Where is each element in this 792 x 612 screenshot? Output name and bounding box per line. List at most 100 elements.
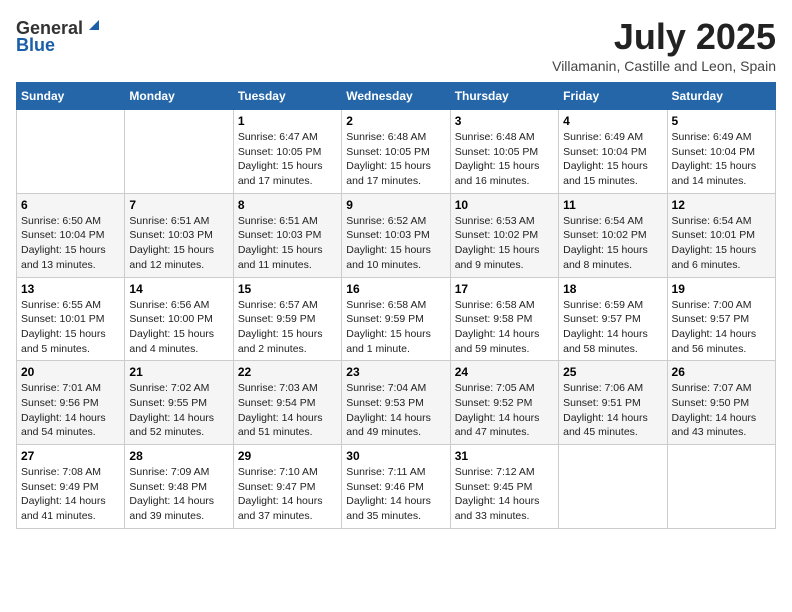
day-number: 9 <box>346 198 445 212</box>
day-number: 24 <box>455 365 554 379</box>
calendar-cell: 29 Sunrise: 7:10 AM Sunset: 9:47 PM Dayli… <box>233 445 341 529</box>
day-info: Sunrise: 7:01 AM Sunset: 9:56 PM Dayligh… <box>21 382 106 438</box>
day-info: Sunrise: 6:53 AM Sunset: 10:02 PM Daylig… <box>455 215 540 271</box>
calendar-cell: 8Sunrise: 6:51 AM Sunset: 10:03 PM Dayli… <box>233 193 341 277</box>
day-number: 11 <box>563 198 662 212</box>
calendar-cell: 28 Sunrise: 7:09 AM Sunset: 9:48 PM Dayli… <box>125 445 233 529</box>
calendar-day-header: Monday <box>125 83 233 110</box>
day-info: Sunrise: 6:54 AM Sunset: 10:01 PM Daylig… <box>672 215 757 271</box>
calendar-week-row: 6 Sunrise: 6:50 AM Sunset: 10:04 PM Dayli… <box>17 193 776 277</box>
day-number: 25 <box>563 365 662 379</box>
calendar-cell: 25 Sunrise: 7:06 AM Sunset: 9:51 PM Dayli… <box>559 361 667 445</box>
calendar-cell: 22 Sunrise: 7:03 AM Sunset: 9:54 PM Dayli… <box>233 361 341 445</box>
day-info: Sunrise: 7:02 AM Sunset: 9:55 PM Dayligh… <box>129 382 214 438</box>
day-number: 1 <box>238 114 337 128</box>
day-info: Sunrise: 6:50 AM Sunset: 10:04 PM Daylig… <box>21 215 106 271</box>
day-info: Sunrise: 6:52 AM Sunset: 10:03 PM Daylig… <box>346 215 431 271</box>
calendar-cell: 11 Sunrise: 6:54 AM Sunset: 10:02 PM Dayl… <box>559 193 667 277</box>
day-info: Sunrise: 6:49 AM Sunset: 10:04 PM Daylig… <box>672 131 757 187</box>
calendar-cell: 13Sunrise: 6:55 AM Sunset: 10:01 PM Dayl… <box>17 277 125 361</box>
day-info: Sunrise: 6:56 AM Sunset: 10:00 PM Daylig… <box>129 299 214 355</box>
calendar-cell: 6 Sunrise: 6:50 AM Sunset: 10:04 PM Dayli… <box>17 193 125 277</box>
page-header: General Blue July 2025 Villamanin, Casti… <box>16 16 776 74</box>
day-number: 3 <box>455 114 554 128</box>
location-subtitle: Villamanin, Castille and Leon, Spain <box>552 58 776 74</box>
day-info: Sunrise: 7:06 AM Sunset: 9:51 PM Dayligh… <box>563 382 648 438</box>
month-year-title: July 2025 <box>552 16 776 58</box>
title-area: July 2025 Villamanin, Castille and Leon,… <box>552 16 776 74</box>
day-number: 19 <box>672 282 771 296</box>
day-info: Sunrise: 7:12 AM Sunset: 9:45 PM Dayligh… <box>455 466 540 522</box>
calendar-cell: 10Sunrise: 6:53 AM Sunset: 10:02 PM Dayl… <box>450 193 558 277</box>
day-info: Sunrise: 7:07 AM Sunset: 9:50 PM Dayligh… <box>672 382 757 438</box>
day-number: 14 <box>129 282 228 296</box>
calendar-cell: 20Sunrise: 7:01 AM Sunset: 9:56 PM Dayli… <box>17 361 125 445</box>
calendar-cell: 24 Sunrise: 7:05 AM Sunset: 9:52 PM Dayli… <box>450 361 558 445</box>
day-number: 6 <box>21 198 120 212</box>
day-info: Sunrise: 7:09 AM Sunset: 9:48 PM Dayligh… <box>129 466 214 522</box>
calendar-day-header: Thursday <box>450 83 558 110</box>
day-info: Sunrise: 6:55 AM Sunset: 10:01 PM Daylig… <box>21 299 106 355</box>
calendar-cell: 19 Sunrise: 7:00 AM Sunset: 9:57 PM Dayli… <box>667 277 775 361</box>
day-number: 7 <box>129 198 228 212</box>
day-info: Sunrise: 6:58 AM Sunset: 9:59 PM Dayligh… <box>346 299 431 355</box>
calendar-day-header: Saturday <box>667 83 775 110</box>
calendar-header-row: SundayMondayTuesdayWednesdayThursdayFrid… <box>17 83 776 110</box>
calendar-cell: 26 Sunrise: 7:07 AM Sunset: 9:50 PM Dayli… <box>667 361 775 445</box>
day-number: 30 <box>346 449 445 463</box>
calendar-cell: 16 Sunrise: 6:58 AM Sunset: 9:59 PM Dayli… <box>342 277 450 361</box>
day-info: Sunrise: 6:51 AM Sunset: 10:03 PM Daylig… <box>129 215 214 271</box>
day-number: 29 <box>238 449 337 463</box>
calendar-week-row: 1Sunrise: 6:47 AM Sunset: 10:05 PM Dayli… <box>17 110 776 194</box>
calendar-cell: 14 Sunrise: 6:56 AM Sunset: 10:00 PM Dayl… <box>125 277 233 361</box>
calendar-cell: 5 Sunrise: 6:49 AM Sunset: 10:04 PM Dayli… <box>667 110 775 194</box>
calendar-day-header: Sunday <box>17 83 125 110</box>
calendar-cell: 3 Sunrise: 6:48 AM Sunset: 10:05 PM Dayli… <box>450 110 558 194</box>
calendar-cell <box>559 445 667 529</box>
calendar-table: SundayMondayTuesdayWednesdayThursdayFrid… <box>16 82 776 529</box>
calendar-cell: 4 Sunrise: 6:49 AM Sunset: 10:04 PM Dayli… <box>559 110 667 194</box>
calendar-cell <box>125 110 233 194</box>
calendar-cell: 21 Sunrise: 7:02 AM Sunset: 9:55 PM Dayli… <box>125 361 233 445</box>
calendar-week-row: 27Sunrise: 7:08 AM Sunset: 9:49 PM Dayli… <box>17 445 776 529</box>
day-info: Sunrise: 6:48 AM Sunset: 10:05 PM Daylig… <box>455 131 540 187</box>
day-info: Sunrise: 6:48 AM Sunset: 10:05 PM Daylig… <box>346 131 431 187</box>
day-info: Sunrise: 7:10 AM Sunset: 9:47 PM Dayligh… <box>238 466 323 522</box>
day-number: 15 <box>238 282 337 296</box>
day-info: Sunrise: 7:11 AM Sunset: 9:46 PM Dayligh… <box>346 466 431 522</box>
calendar-cell <box>667 445 775 529</box>
day-info: Sunrise: 6:57 AM Sunset: 9:59 PM Dayligh… <box>238 299 323 355</box>
calendar-day-header: Wednesday <box>342 83 450 110</box>
day-number: 4 <box>563 114 662 128</box>
calendar-cell: 12 Sunrise: 6:54 AM Sunset: 10:01 PM Dayl… <box>667 193 775 277</box>
day-number: 22 <box>238 365 337 379</box>
calendar-cell: 23 Sunrise: 7:04 AM Sunset: 9:53 PM Dayli… <box>342 361 450 445</box>
calendar-cell: 7 Sunrise: 6:51 AM Sunset: 10:03 PM Dayli… <box>125 193 233 277</box>
calendar-body: 1Sunrise: 6:47 AM Sunset: 10:05 PM Dayli… <box>17 110 776 529</box>
day-info: Sunrise: 7:04 AM Sunset: 9:53 PM Dayligh… <box>346 382 431 438</box>
day-info: Sunrise: 6:49 AM Sunset: 10:04 PM Daylig… <box>563 131 648 187</box>
calendar-day-header: Friday <box>559 83 667 110</box>
day-number: 8 <box>238 198 337 212</box>
day-number: 16 <box>346 282 445 296</box>
day-number: 12 <box>672 198 771 212</box>
day-number: 31 <box>455 449 554 463</box>
day-number: 18 <box>563 282 662 296</box>
logo-icon <box>85 16 103 34</box>
day-info: Sunrise: 6:54 AM Sunset: 10:02 PM Daylig… <box>563 215 648 271</box>
day-number: 23 <box>346 365 445 379</box>
day-number: 21 <box>129 365 228 379</box>
day-info: Sunrise: 6:59 AM Sunset: 9:57 PM Dayligh… <box>563 299 648 355</box>
calendar-cell: 31 Sunrise: 7:12 AM Sunset: 9:45 PM Dayli… <box>450 445 558 529</box>
day-info: Sunrise: 7:03 AM Sunset: 9:54 PM Dayligh… <box>238 382 323 438</box>
day-info: Sunrise: 7:00 AM Sunset: 9:57 PM Dayligh… <box>672 299 757 355</box>
day-info: Sunrise: 7:05 AM Sunset: 9:52 PM Dayligh… <box>455 382 540 438</box>
day-number: 26 <box>672 365 771 379</box>
logo-blue: Blue <box>16 35 55 56</box>
calendar-cell: 17Sunrise: 6:58 AM Sunset: 9:58 PM Dayli… <box>450 277 558 361</box>
calendar-day-header: Tuesday <box>233 83 341 110</box>
logo: General Blue <box>16 16 103 56</box>
calendar-cell: 30 Sunrise: 7:11 AM Sunset: 9:46 PM Dayli… <box>342 445 450 529</box>
day-number: 28 <box>129 449 228 463</box>
day-number: 5 <box>672 114 771 128</box>
